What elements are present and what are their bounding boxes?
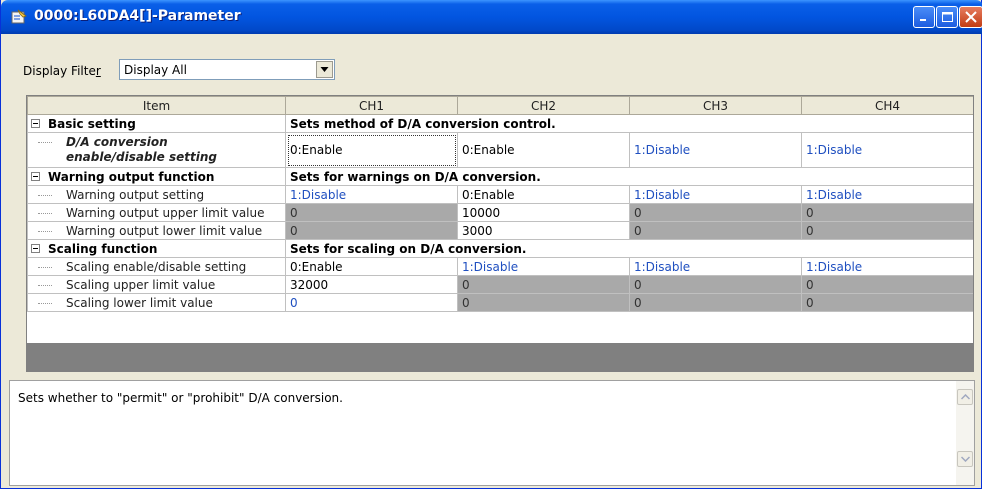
param-row-scaling-upper-limit: Scaling upper limit value 32000 0 0 0 bbox=[27, 275, 973, 294]
parameter-window: 0000:L60DA4[]-Parameter Display Filter D… bbox=[0, 0, 982, 489]
group-label-text: Scaling function bbox=[48, 241, 158, 256]
param-cell-ch2[interactable]: 1:Disable bbox=[457, 257, 630, 276]
param-label: Warning output lower limit value bbox=[27, 221, 286, 240]
param-cell-ch3[interactable]: 0 bbox=[629, 293, 802, 312]
maximize-button[interactable] bbox=[936, 6, 958, 28]
title-bar[interactable]: 0000:L60DA4[]-Parameter bbox=[1, 0, 982, 34]
param-cell-ch4[interactable]: 0 bbox=[801, 293, 973, 312]
parameter-grid: Item CH1 CH2 CH3 CH4 Basic setting Sets … bbox=[26, 95, 974, 372]
param-cell-ch2[interactable]: 3000 bbox=[457, 221, 630, 240]
chevron-up-icon bbox=[961, 394, 970, 400]
param-label: Scaling lower limit value bbox=[27, 293, 286, 312]
display-filter-label-text: Display Filte bbox=[23, 64, 96, 78]
param-cell-ch3[interactable]: 1:Disable bbox=[629, 185, 802, 204]
param-cell-ch1[interactable]: 1:Disable bbox=[285, 185, 458, 204]
group-description: Sets for scaling on D/A conversion. bbox=[285, 239, 973, 258]
group-row-basic-setting: Basic setting Sets method of D/A convers… bbox=[27, 114, 973, 133]
group-label-basic-setting[interactable]: Basic setting bbox=[27, 114, 286, 133]
scroll-up-button[interactable] bbox=[957, 389, 973, 405]
param-cell-ch3[interactable]: 1:Disable bbox=[629, 257, 802, 276]
close-button[interactable] bbox=[959, 6, 982, 28]
header-row: Item CH1 CH2 CH3 CH4 bbox=[27, 96, 973, 115]
display-filter-select[interactable]: Display All bbox=[119, 59, 335, 80]
param-label-line1: D/A conversion bbox=[66, 135, 168, 149]
window-title: 0000:L60DA4[]-Parameter bbox=[34, 8, 241, 24]
minimize-icon bbox=[920, 19, 926, 21]
param-row-scaling-enable: Scaling enable/disable setting 0:Enable … bbox=[27, 257, 973, 276]
param-cell-ch3[interactable]: 1:Disable bbox=[629, 132, 802, 168]
display-filter-label: Display Filter bbox=[23, 64, 101, 78]
param-row-da-conversion: D/A conversion enable/disable setting 0:E… bbox=[27, 132, 973, 168]
display-filter-label-accesskey: r bbox=[95, 64, 101, 78]
param-row-scaling-lower-limit: Scaling lower limit value 0 0 0 0 bbox=[27, 293, 973, 312]
column-header-ch1[interactable]: CH1 bbox=[285, 96, 458, 115]
column-header-ch4[interactable]: CH4 bbox=[801, 96, 973, 115]
param-cell-ch2[interactable]: 0:Enable bbox=[457, 185, 630, 204]
param-label: Scaling enable/disable setting bbox=[27, 257, 286, 276]
close-icon bbox=[965, 11, 977, 23]
description-text: Sets whether to "permit" or "prohibit" D… bbox=[18, 391, 343, 405]
param-cell-ch4[interactable]: 1:Disable bbox=[801, 185, 973, 204]
group-row-scaling-function: Scaling function Sets for scaling on D/A… bbox=[27, 239, 973, 258]
description-scrollbar[interactable] bbox=[956, 381, 974, 485]
param-row-warning-upper-limit: Warning output upper limit value 0 10000… bbox=[27, 203, 973, 222]
param-cell-ch1[interactable]: 0 bbox=[285, 221, 458, 240]
param-cell-ch4[interactable]: 0 bbox=[801, 203, 973, 222]
parameter-table: Item CH1 CH2 CH3 CH4 Basic setting Sets … bbox=[27, 96, 973, 312]
description-panel: Sets whether to "permit" or "prohibit" D… bbox=[9, 380, 975, 486]
param-cell-ch1[interactable]: 0 bbox=[285, 293, 458, 312]
collapse-icon[interactable] bbox=[31, 244, 40, 253]
group-description: Sets method of D/A conversion control. bbox=[285, 114, 973, 133]
group-label-warning-output[interactable]: Warning output function bbox=[27, 167, 286, 186]
parameter-icon bbox=[10, 9, 28, 25]
collapse-icon[interactable] bbox=[31, 172, 40, 181]
minimize-button[interactable] bbox=[913, 6, 935, 28]
group-label-text: Warning output function bbox=[48, 169, 215, 184]
param-cell-ch2[interactable]: 10000 bbox=[457, 203, 630, 222]
param-label-da-conversion: D/A conversion enable/disable setting bbox=[27, 132, 286, 168]
chevron-down-icon bbox=[320, 67, 329, 72]
param-cell-ch1[interactable]: 0 bbox=[285, 203, 458, 222]
grid-empty-area bbox=[27, 343, 973, 371]
param-label: Warning output setting bbox=[27, 185, 286, 204]
param-row-warning-lower-limit: Warning output lower limit value 0 3000 … bbox=[27, 221, 973, 240]
display-filter-value: Display All bbox=[124, 63, 187, 77]
param-cell-ch1[interactable]: 32000 bbox=[285, 275, 458, 294]
param-row-warning-output-setting: Warning output setting 1:Disable 0:Enabl… bbox=[27, 185, 973, 204]
param-label: Warning output upper limit value bbox=[27, 203, 286, 222]
param-cell-ch2[interactable]: 0 bbox=[457, 293, 630, 312]
param-cell-ch2[interactable]: 0:Enable bbox=[457, 132, 630, 168]
dropdown-button[interactable] bbox=[316, 61, 333, 78]
param-cell-ch1[interactable]: 0:Enable bbox=[285, 132, 458, 168]
param-cell-ch4[interactable]: 0 bbox=[801, 275, 973, 294]
param-cell-ch4[interactable]: 1:Disable bbox=[801, 132, 973, 168]
param-cell-ch2[interactable]: 0 bbox=[457, 275, 630, 294]
group-description: Sets for warnings on D/A conversion. bbox=[285, 167, 973, 186]
param-label-line2: enable/disable setting bbox=[66, 150, 217, 164]
chevron-down-icon bbox=[961, 456, 970, 462]
collapse-icon[interactable] bbox=[31, 119, 40, 128]
param-cell-ch1[interactable]: 0:Enable bbox=[285, 257, 458, 276]
param-cell-ch4[interactable]: 1:Disable bbox=[801, 257, 973, 276]
group-label-scaling-function[interactable]: Scaling function bbox=[27, 239, 286, 258]
group-row-warning-output: Warning output function Sets for warning… bbox=[27, 167, 973, 186]
column-header-item[interactable]: Item bbox=[27, 96, 286, 115]
column-header-ch2[interactable]: CH2 bbox=[457, 96, 630, 115]
param-cell-ch3[interactable]: 0 bbox=[629, 275, 802, 294]
param-cell-ch4[interactable]: 0 bbox=[801, 221, 973, 240]
maximize-icon bbox=[942, 12, 953, 22]
param-cell-ch3[interactable]: 0 bbox=[629, 203, 802, 222]
param-cell-ch3[interactable]: 0 bbox=[629, 221, 802, 240]
column-header-ch3[interactable]: CH3 bbox=[629, 96, 802, 115]
scroll-down-button[interactable] bbox=[957, 451, 973, 467]
group-label-text: Basic setting bbox=[48, 116, 136, 131]
param-label: Scaling upper limit value bbox=[27, 275, 286, 294]
